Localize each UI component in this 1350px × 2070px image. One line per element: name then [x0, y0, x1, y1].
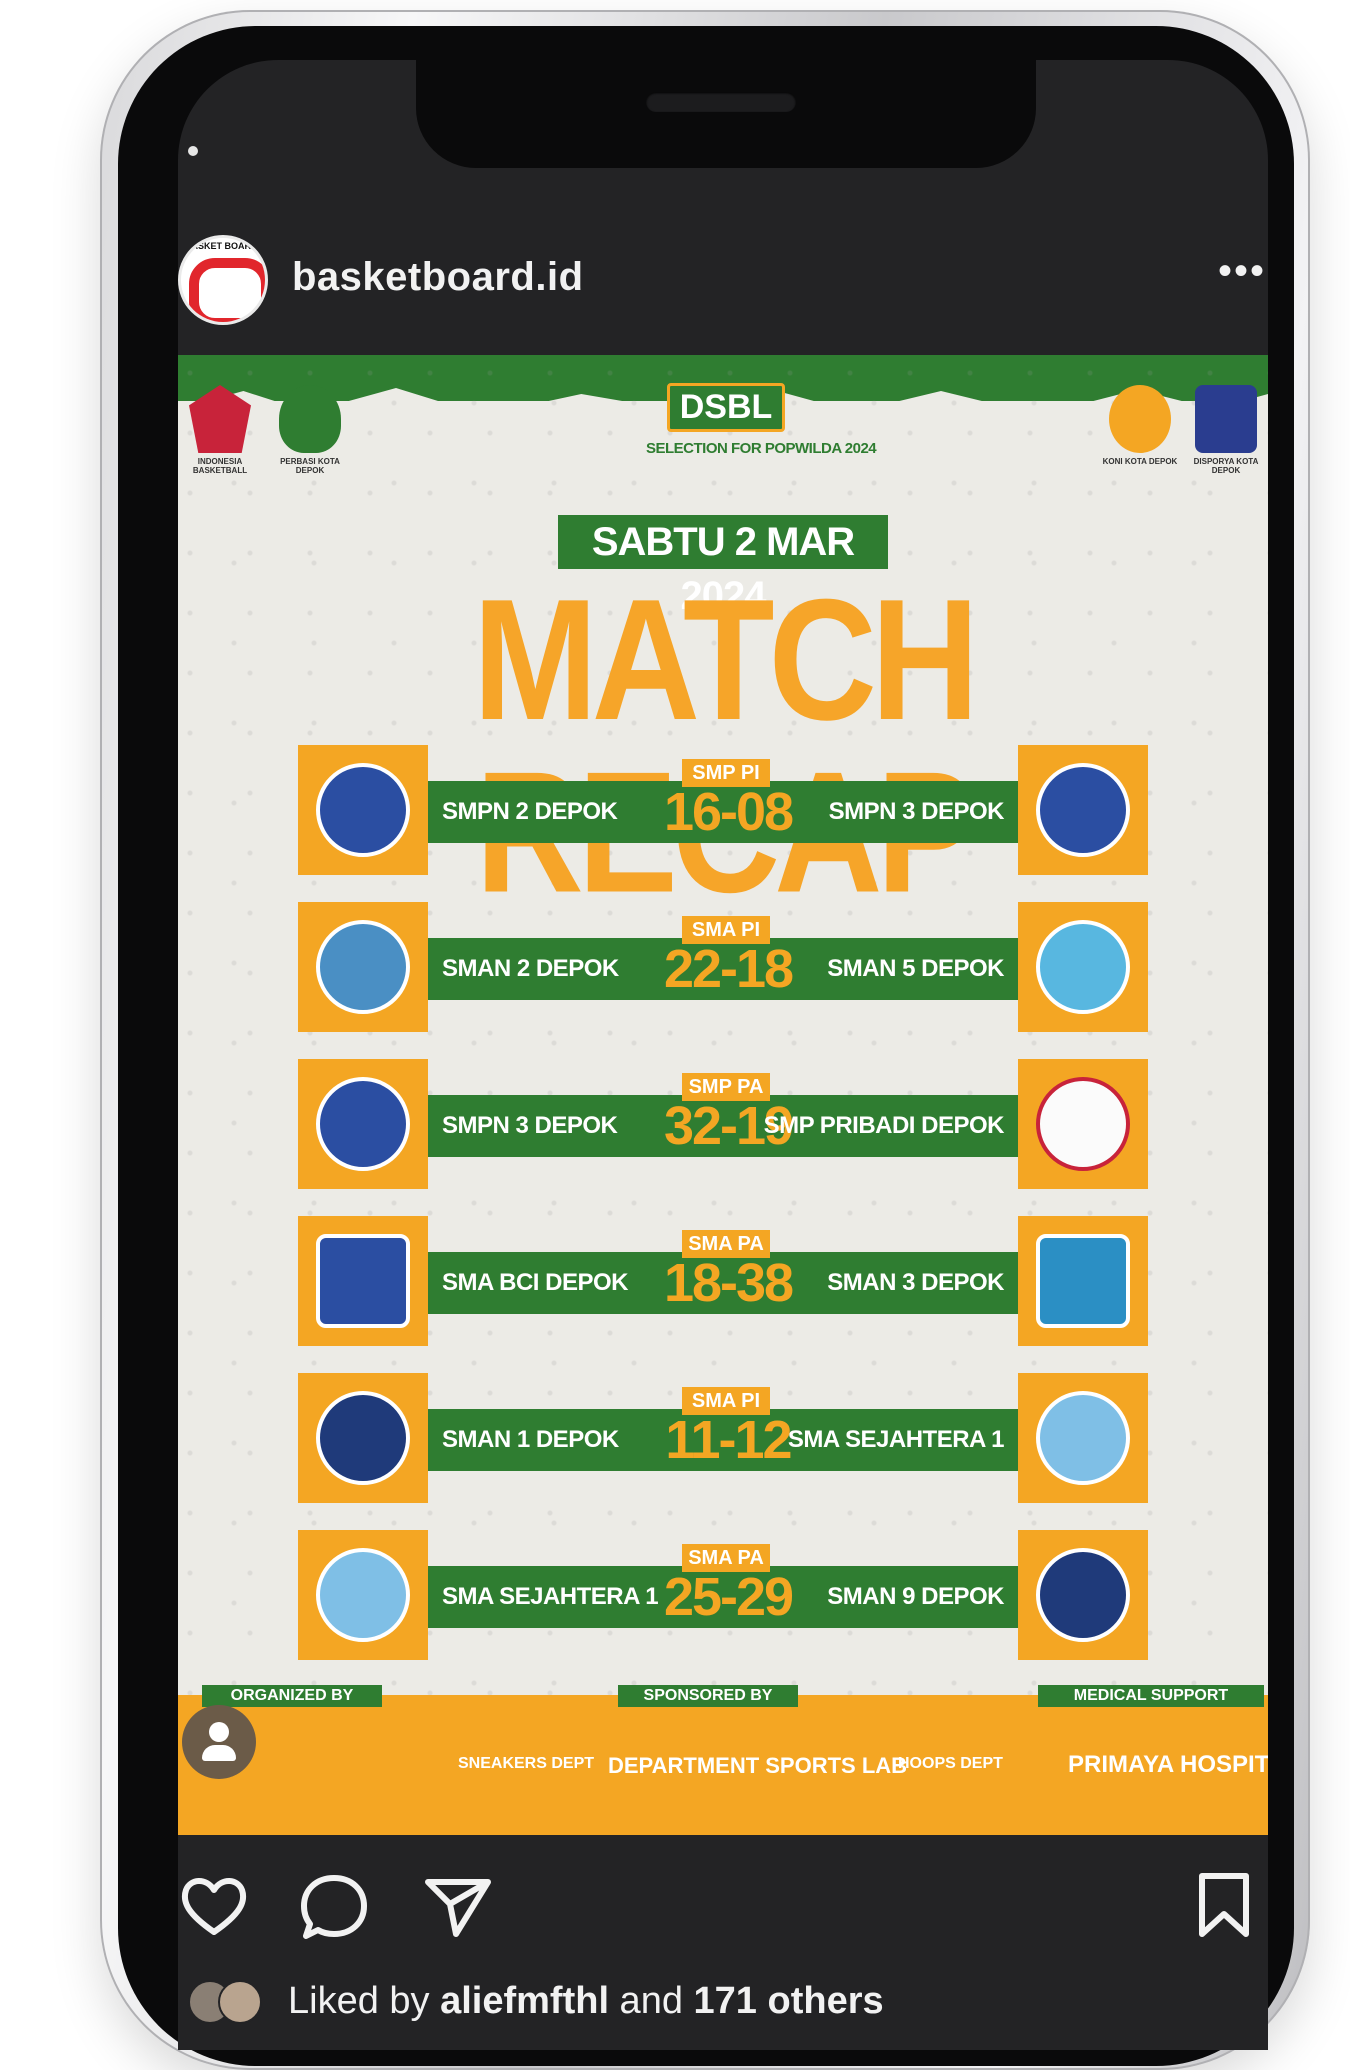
match-score: 25-29	[663, 1567, 794, 1627]
away-team-logo	[1018, 1530, 1148, 1660]
school-emblem-icon	[316, 1391, 410, 1485]
home-team-logo	[298, 745, 428, 875]
match-row: SMA PA SMA BCI DEPOK 18-38 SMAN 3 DEPOK	[298, 1216, 1148, 1346]
save-bookmark-icon[interactable]	[1194, 1870, 1254, 1940]
school-emblem-icon	[1036, 1548, 1130, 1642]
likes-row: Liked by aliefmfthl and 171 others	[178, 1970, 1268, 2034]
away-team: SMA SEJAHTERA 1	[787, 1426, 1005, 1453]
school-emblem-icon	[1036, 1234, 1130, 1328]
share-send-icon[interactable]	[422, 1874, 494, 1938]
away-team: SMAN 5 DEPOK	[827, 955, 1004, 982]
school-emblem-icon	[316, 1234, 410, 1328]
home-team: SMA SEJAHTERA 1	[442, 1583, 659, 1610]
match-row: SMA PA SMA SEJAHTERA 1 25-29 SMAN 9 DEPO…	[298, 1530, 1148, 1660]
away-team-logo	[1018, 902, 1148, 1032]
user-body	[202, 1745, 236, 1761]
liker-username[interactable]: aliefmfthl	[440, 1980, 609, 2022]
school-emblem-icon	[316, 920, 410, 1014]
sponsor-department: DEPARTMENT SPORTS LAB	[608, 1753, 908, 1778]
sponsored-label: SPONSORED BY	[618, 1685, 798, 1707]
home-team: SMA BCI DEPOK	[442, 1269, 628, 1296]
match-row: SMP PA SMPN 3 DEPOK 32-19 SMP PRIBADI DE…	[298, 1059, 1148, 1189]
away-team-logo	[1018, 1216, 1148, 1346]
match-row: SMA PI SMAN 1 DEPOK 11-12 SMA SEJAHTERA …	[298, 1373, 1148, 1503]
school-emblem-icon	[1036, 920, 1130, 1014]
home-team: SMAN 2 DEPOK	[442, 955, 619, 982]
koni-crest-icon	[1109, 385, 1171, 453]
school-emblem-icon	[1036, 1391, 1130, 1485]
match-score: 16-08	[663, 782, 794, 842]
logo-label: PERBASI KOTA DEPOK	[280, 457, 340, 475]
home-team: SMPN 2 DEPOK	[442, 798, 618, 825]
school-emblem-icon	[316, 1548, 410, 1642]
basketball-crest-icon	[189, 385, 251, 453]
liker-avatar[interactable]	[218, 1980, 262, 2024]
likes-prefix: Liked by	[288, 1980, 441, 2022]
account-username[interactable]: basketboard.id	[292, 255, 584, 300]
medical-label: MEDICAL SUPPORT	[1038, 1685, 1264, 1707]
post-header: BASKET BOARD basketboard.id •••	[178, 205, 1268, 345]
status-indicator	[188, 146, 198, 156]
organized-label: ORGANIZED BY	[202, 1685, 382, 1707]
avatar-logo-text: BASKET BOARD	[185, 241, 258, 251]
away-team: SMP PRIBADI DEPOK	[763, 1112, 1005, 1139]
home-team-logo	[298, 1530, 428, 1660]
home-team: SMAN 1 DEPOK	[442, 1426, 619, 1453]
perbasi-crest-icon	[279, 385, 341, 453]
avatar-ring-icon	[189, 258, 265, 322]
logo-label: DISPORYA KOTA DEPOK	[1193, 457, 1259, 475]
away-team-logo	[1018, 745, 1148, 875]
sponsor-sneakers: SNEAKERS DEPT	[458, 1755, 595, 1772]
home-team: SMPN 3 DEPOK	[442, 1112, 618, 1139]
sponsor-primaya: PRIMAYA HOSPITAL	[1068, 1751, 1268, 1778]
home-team-logo	[298, 1216, 428, 1346]
school-emblem-icon	[1036, 1077, 1130, 1171]
disporya-crest-icon	[1195, 385, 1257, 453]
like-heart-icon[interactable]	[178, 1874, 250, 1938]
away-team: SMPN 3 DEPOK	[828, 798, 1005, 825]
logo-perbasi: PERBASI KOTA DEPOK	[268, 385, 352, 475]
logo-label: KONI KOTA DEPOK	[1102, 457, 1178, 466]
home-team-logo	[298, 902, 428, 1032]
likes-others[interactable]: 171 others	[694, 1980, 884, 2022]
logo-koni: KONI KOTA DEPOK	[1098, 385, 1182, 475]
likes-middle: and	[609, 1980, 694, 2022]
speaker-grille	[646, 92, 796, 112]
school-emblem-icon	[316, 1077, 410, 1171]
tagged-user-icon[interactable]	[182, 1705, 256, 1779]
dsbl-logo: DSBL	[666, 383, 786, 432]
sponsor-hoops: HOOPS DEPT	[898, 1755, 1003, 1772]
match-score: 18-38	[663, 1253, 794, 1313]
logo-disporya: DISPORYA KOTA DEPOK	[1184, 385, 1268, 475]
home-team-logo	[298, 1059, 428, 1189]
match-row: SMP PI SMPN 2 DEPOK 16-08 SMPN 3 DEPOK	[298, 745, 1148, 875]
comment-icon[interactable]	[298, 1872, 370, 1942]
user-head	[209, 1722, 229, 1742]
logo-label: INDONESIA BASKETBALL	[192, 457, 248, 475]
event-logo: DSBL SELECTION FOR POPWILDA 2024	[646, 383, 877, 473]
event-subtitle: SELECTION FOR POPWILDA 2024	[646, 440, 877, 457]
more-options-icon[interactable]: •••	[1218, 249, 1266, 294]
away-team: SMAN 3 DEPOK	[827, 1269, 1004, 1296]
match-score: 22-18	[663, 939, 794, 999]
notch	[416, 60, 1036, 168]
post-actions	[178, 1860, 1268, 1950]
match-row: SMA PI SMAN 2 DEPOK 22-18 SMAN 5 DEPOK	[298, 902, 1148, 1032]
date-banner: SABTU 2 MAR 2024	[558, 515, 888, 618]
away-team-logo	[1018, 1373, 1148, 1503]
away-team: SMAN 9 DEPOK	[827, 1583, 1004, 1610]
home-team-logo	[298, 1373, 428, 1503]
logo-indonesia-basketball: INDONESIA BASKETBALL	[178, 385, 262, 475]
away-team-logo	[1018, 1059, 1148, 1189]
school-emblem-icon	[316, 763, 410, 857]
school-emblem-icon	[1036, 763, 1130, 857]
account-avatar[interactable]: BASKET BOARD	[178, 235, 268, 325]
post-image[interactable]: INDONESIA BASKETBALL PERBASI KOTA DEPOK …	[178, 355, 1268, 1835]
likes-text[interactable]: Liked by aliefmfthl and 171 others	[288, 1980, 884, 2023]
